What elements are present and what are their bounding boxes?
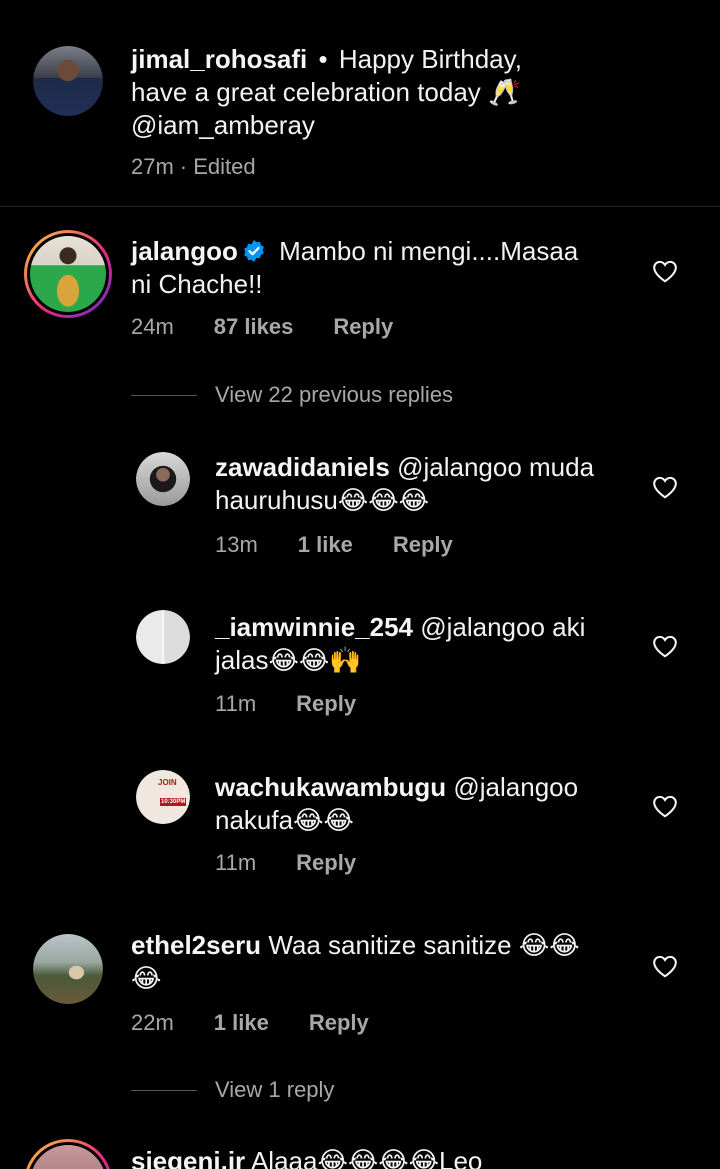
like-heart-icon[interactable] xyxy=(652,954,678,978)
reply-meta: 13m 1 like Reply xyxy=(215,532,453,558)
comment-body-line1: Alaaa xyxy=(250,1146,318,1169)
avatar-poster-time: 10:30PM xyxy=(160,798,187,806)
like-heart-icon[interactable] xyxy=(652,475,678,499)
reply-body-line2: hauruhusu xyxy=(215,485,338,515)
avatar-story-ring[interactable] xyxy=(24,1139,112,1169)
reply-meta: 11m Reply xyxy=(215,691,356,717)
timestamp: 11m xyxy=(215,850,257,875)
view-replies-label[interactable]: View 1 reply xyxy=(215,1077,334,1103)
reply-zawadidaniels: zawadidaniels @jalangoo muda hauruhusu😂😂… xyxy=(0,440,720,590)
like-heart-icon[interactable] xyxy=(652,794,678,818)
reply-meta: 11m Reply xyxy=(215,850,356,876)
comment-body-line1: Happy Birthday, xyxy=(338,44,522,74)
emoji-group: 😂😂😂 xyxy=(337,485,430,515)
username[interactable]: jalangoo xyxy=(131,236,238,266)
avatar[interactable] xyxy=(33,934,103,1004)
username[interactable]: ethel2seru xyxy=(131,930,261,960)
comment-meta: 27m · Edited xyxy=(131,154,256,180)
comment-text: ethel2seru Waa sanitize sanitize 😂😂 😂 xyxy=(131,929,631,995)
reply-wachukawambugu: JOIN 10:30PM wachukawambugu @jalangoo na… xyxy=(0,760,720,910)
avatar[interactable] xyxy=(136,610,190,664)
avatar-story-ring[interactable] xyxy=(24,230,112,318)
username[interactable]: sjegeni.jr xyxy=(131,1146,245,1169)
reply-button[interactable]: Reply xyxy=(309,1010,369,1036)
reply-body-line1: @jalangoo aki xyxy=(420,612,586,642)
reply-button[interactable]: Reply xyxy=(333,314,393,340)
timestamp: 24m xyxy=(131,314,174,339)
mention-link[interactable]: @iam_amberay xyxy=(131,110,315,140)
view-replies-button[interactable]: View 1 reply xyxy=(131,1077,334,1103)
likes-count[interactable]: 1 like xyxy=(214,1010,269,1036)
comment-text: jimal_rohosafi • Happy Birthday, have a … xyxy=(131,43,651,142)
thread-line xyxy=(131,394,197,396)
emoji-group: 😂😂🙌 xyxy=(268,645,362,675)
timestamp: 22m xyxy=(131,1010,174,1035)
comment-sjegeni: sjegeni.jr Alaaa😂😂😂😂Leo xyxy=(0,1135,720,1169)
view-replies-button[interactable]: View 22 previous replies xyxy=(131,382,453,408)
edited-label: · Edited xyxy=(179,154,256,179)
avatar[interactable] xyxy=(33,46,103,116)
timestamp: 13m xyxy=(215,532,258,557)
reply-iamwinnie: _iamwinnie_254 @jalangoo aki jalas😂😂🙌 11… xyxy=(0,600,720,750)
username[interactable]: wachukawambugu xyxy=(215,772,446,802)
username[interactable]: zawadidaniels xyxy=(215,452,390,482)
reply-body-line1: @jalangoo xyxy=(453,772,579,802)
view-replies-label[interactable]: View 22 previous replies xyxy=(215,382,453,408)
avatar[interactable]: JOIN 10:30PM xyxy=(136,770,190,824)
timestamp: 11m xyxy=(215,691,257,716)
reply-body-line1: @jalangoo muda xyxy=(397,452,595,482)
likes-count[interactable]: 87 likes xyxy=(214,314,294,340)
comment-meta: 24m 87 likes Reply xyxy=(131,314,393,340)
reply-button[interactable]: Reply xyxy=(296,691,356,717)
like-heart-icon[interactable] xyxy=(652,634,678,658)
comment-jalangoo: jalangoo Mambo ni mengi....Masaa ni Chac… xyxy=(0,206,720,416)
comment-jimal: jimal_rohosafi • Happy Birthday, have a … xyxy=(0,0,720,205)
reply-text: wachukawambugu @jalangoo nakufa😂😂 xyxy=(215,771,635,837)
comment-body-after: Leo xyxy=(438,1146,483,1169)
avatar[interactable] xyxy=(136,452,190,506)
emoji-group: 😂😂 xyxy=(518,930,580,960)
emoji-group-line2: 😂 xyxy=(131,963,162,993)
emoji-group: 😂😂😂😂 xyxy=(317,1146,439,1169)
likes-count[interactable]: 1 like xyxy=(298,532,353,558)
username[interactable]: jimal_rohosafi xyxy=(131,44,307,74)
like-heart-icon[interactable] xyxy=(652,259,678,283)
reply-body-line2: jalas xyxy=(215,645,269,675)
reply-button[interactable]: Reply xyxy=(393,532,453,558)
separator-dot: • xyxy=(318,44,328,74)
comment-body-line2: ni Chache!! xyxy=(131,269,263,299)
thread-line xyxy=(131,1089,197,1091)
reply-text: _iamwinnie_254 @jalangoo aki jalas😂😂🙌 xyxy=(215,611,635,677)
comment-body-line1: Waa sanitize sanitize xyxy=(268,930,512,960)
reply-button[interactable]: Reply xyxy=(296,850,356,876)
comment-ethel2seru: ethel2seru Waa sanitize sanitize 😂😂 😂 22… xyxy=(0,920,720,1110)
reply-body-line2: nakufa xyxy=(215,805,294,835)
emoji-group: 😂😂 xyxy=(293,805,354,835)
comment-body-line2: have a great celebration today 🥂 xyxy=(131,77,521,107)
comment-text: jalangoo Mambo ni mengi....Masaa ni Chac… xyxy=(131,235,631,301)
avatar-poster-text: JOIN xyxy=(158,778,177,787)
reply-text: zawadidaniels @jalangoo muda hauruhusu😂😂… xyxy=(215,451,635,517)
timestamp: 27m xyxy=(131,154,174,179)
comment-body-line1: Mambo ni mengi....Masaa xyxy=(279,236,579,266)
username[interactable]: _iamwinnie_254 xyxy=(215,612,413,642)
comment-text: sjegeni.jr Alaaa😂😂😂😂Leo xyxy=(131,1145,651,1169)
verified-badge-icon xyxy=(244,240,264,262)
comment-meta: 22m 1 like Reply xyxy=(131,1010,369,1036)
